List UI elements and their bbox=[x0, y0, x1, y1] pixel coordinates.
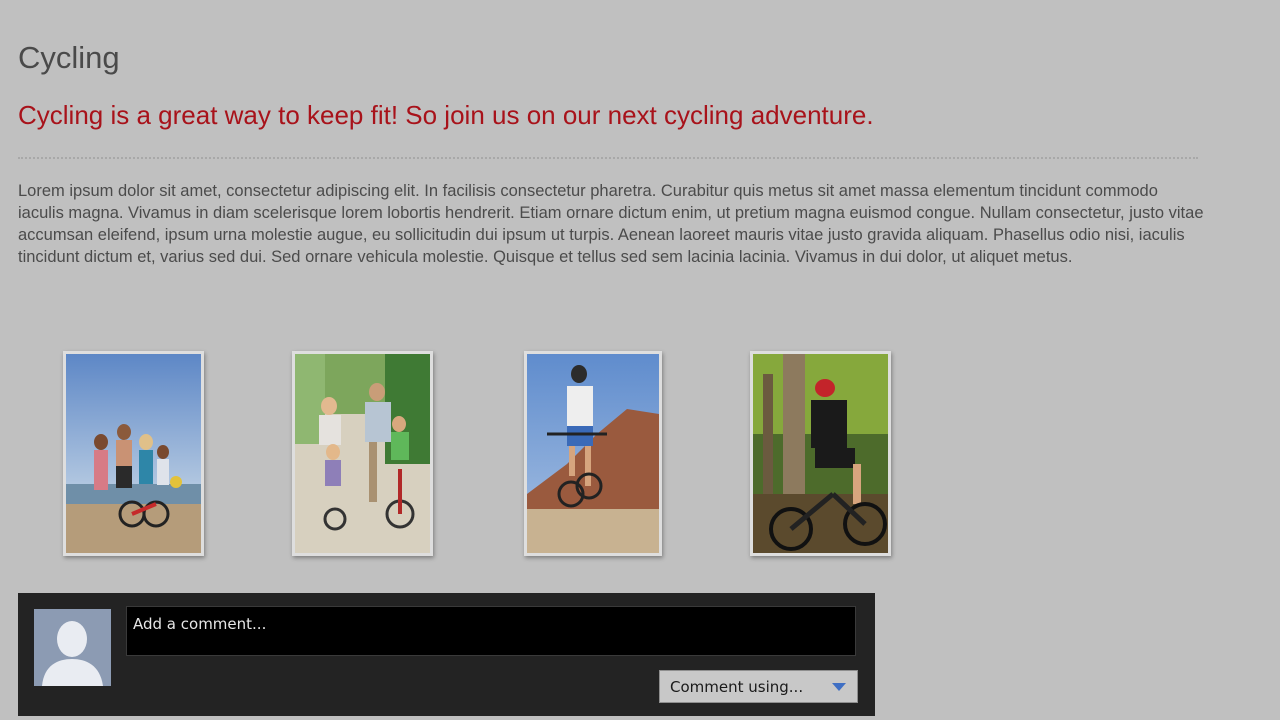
mountain-biker-forest-photo[interactable] bbox=[750, 351, 891, 556]
comment-input[interactable]: Add a comment... bbox=[126, 606, 856, 656]
comment-using-label: Comment using... bbox=[670, 677, 804, 696]
caret-down-icon bbox=[832, 683, 846, 691]
family-cycling-path-photo[interactable] bbox=[292, 351, 433, 556]
rider-on-hill-photo[interactable] bbox=[524, 351, 662, 556]
body-paragraph: Lorem ipsum dolor sit amet, consectetur … bbox=[18, 182, 1204, 266]
comment-panel: Add a comment... Comment using... bbox=[18, 593, 875, 716]
photo-image bbox=[527, 354, 659, 553]
dotted-divider bbox=[18, 157, 1198, 159]
avatar-silhouette bbox=[34, 609, 111, 686]
page-title: Cycling bbox=[18, 40, 120, 75]
default-avatar-icon bbox=[34, 609, 111, 686]
photo-image bbox=[295, 354, 430, 553]
photo-image bbox=[66, 354, 201, 553]
comment-using-dropdown[interactable]: Comment using... bbox=[659, 670, 858, 703]
photo-image bbox=[753, 354, 888, 553]
family-on-beach-photo[interactable] bbox=[63, 351, 204, 556]
tagline: Cycling is a great way to keep fit! So j… bbox=[18, 100, 874, 130]
page: Cycling Cycling is a great way to keep f… bbox=[0, 0, 1280, 720]
